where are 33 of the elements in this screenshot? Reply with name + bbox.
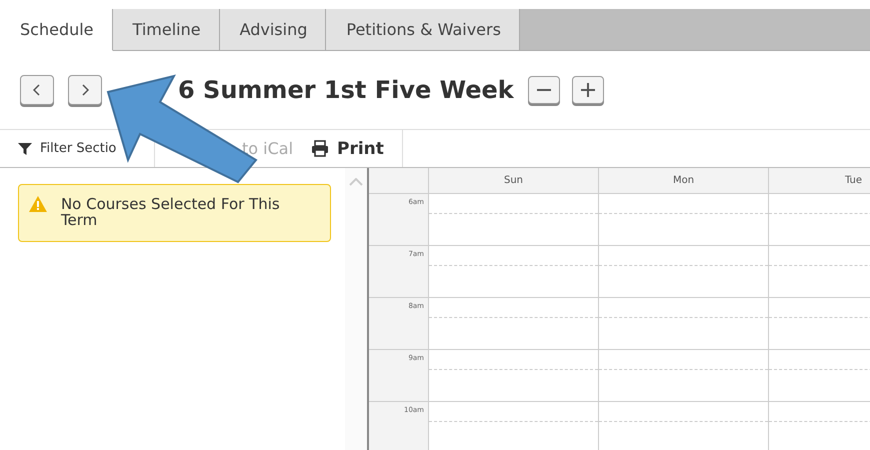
time-slot[interactable] — [429, 246, 599, 298]
day-header: Mon — [599, 168, 769, 194]
warning-icon — [29, 196, 47, 212]
filter-icon — [18, 142, 32, 156]
chevron-left-icon — [33, 84, 41, 96]
time-slot[interactable] — [599, 350, 769, 402]
previous-button[interactable] — [20, 75, 54, 105]
time-slot[interactable] — [429, 194, 599, 246]
scroll-up-icon[interactable] — [349, 178, 363, 186]
zoom-in-button[interactable] — [572, 76, 604, 104]
time-slot[interactable] — [599, 298, 769, 350]
plus-icon — [580, 83, 595, 97]
time-slot[interactable] — [429, 402, 599, 450]
term-title: 6 Summer 1st Five Week — [178, 76, 514, 104]
minus-icon — [536, 89, 551, 91]
alert-message: No Courses Selected For This Term — [60, 196, 281, 228]
time-slot[interactable] — [429, 298, 599, 350]
tab[interactable]: Advising — [220, 9, 326, 50]
tab[interactable]: Petitions & Waivers — [326, 9, 520, 50]
print-button[interactable]: Print — [293, 130, 384, 167]
next-button[interactable] — [68, 75, 102, 105]
time-slot[interactable] — [429, 350, 599, 402]
time-slot[interactable] — [599, 246, 769, 298]
day-header: Sun — [429, 168, 599, 194]
zoom-out-button[interactable] — [528, 76, 560, 104]
printer-icon — [311, 140, 330, 157]
chevron-right-icon — [81, 84, 89, 96]
corner-cell — [369, 168, 429, 194]
time-slot[interactable] — [599, 194, 769, 246]
time-slot[interactable] — [599, 402, 769, 450]
day-header: Tue — [769, 168, 870, 194]
tab[interactable]: Schedule — [0, 9, 113, 51]
tab[interactable]: Timeline — [112, 9, 220, 50]
